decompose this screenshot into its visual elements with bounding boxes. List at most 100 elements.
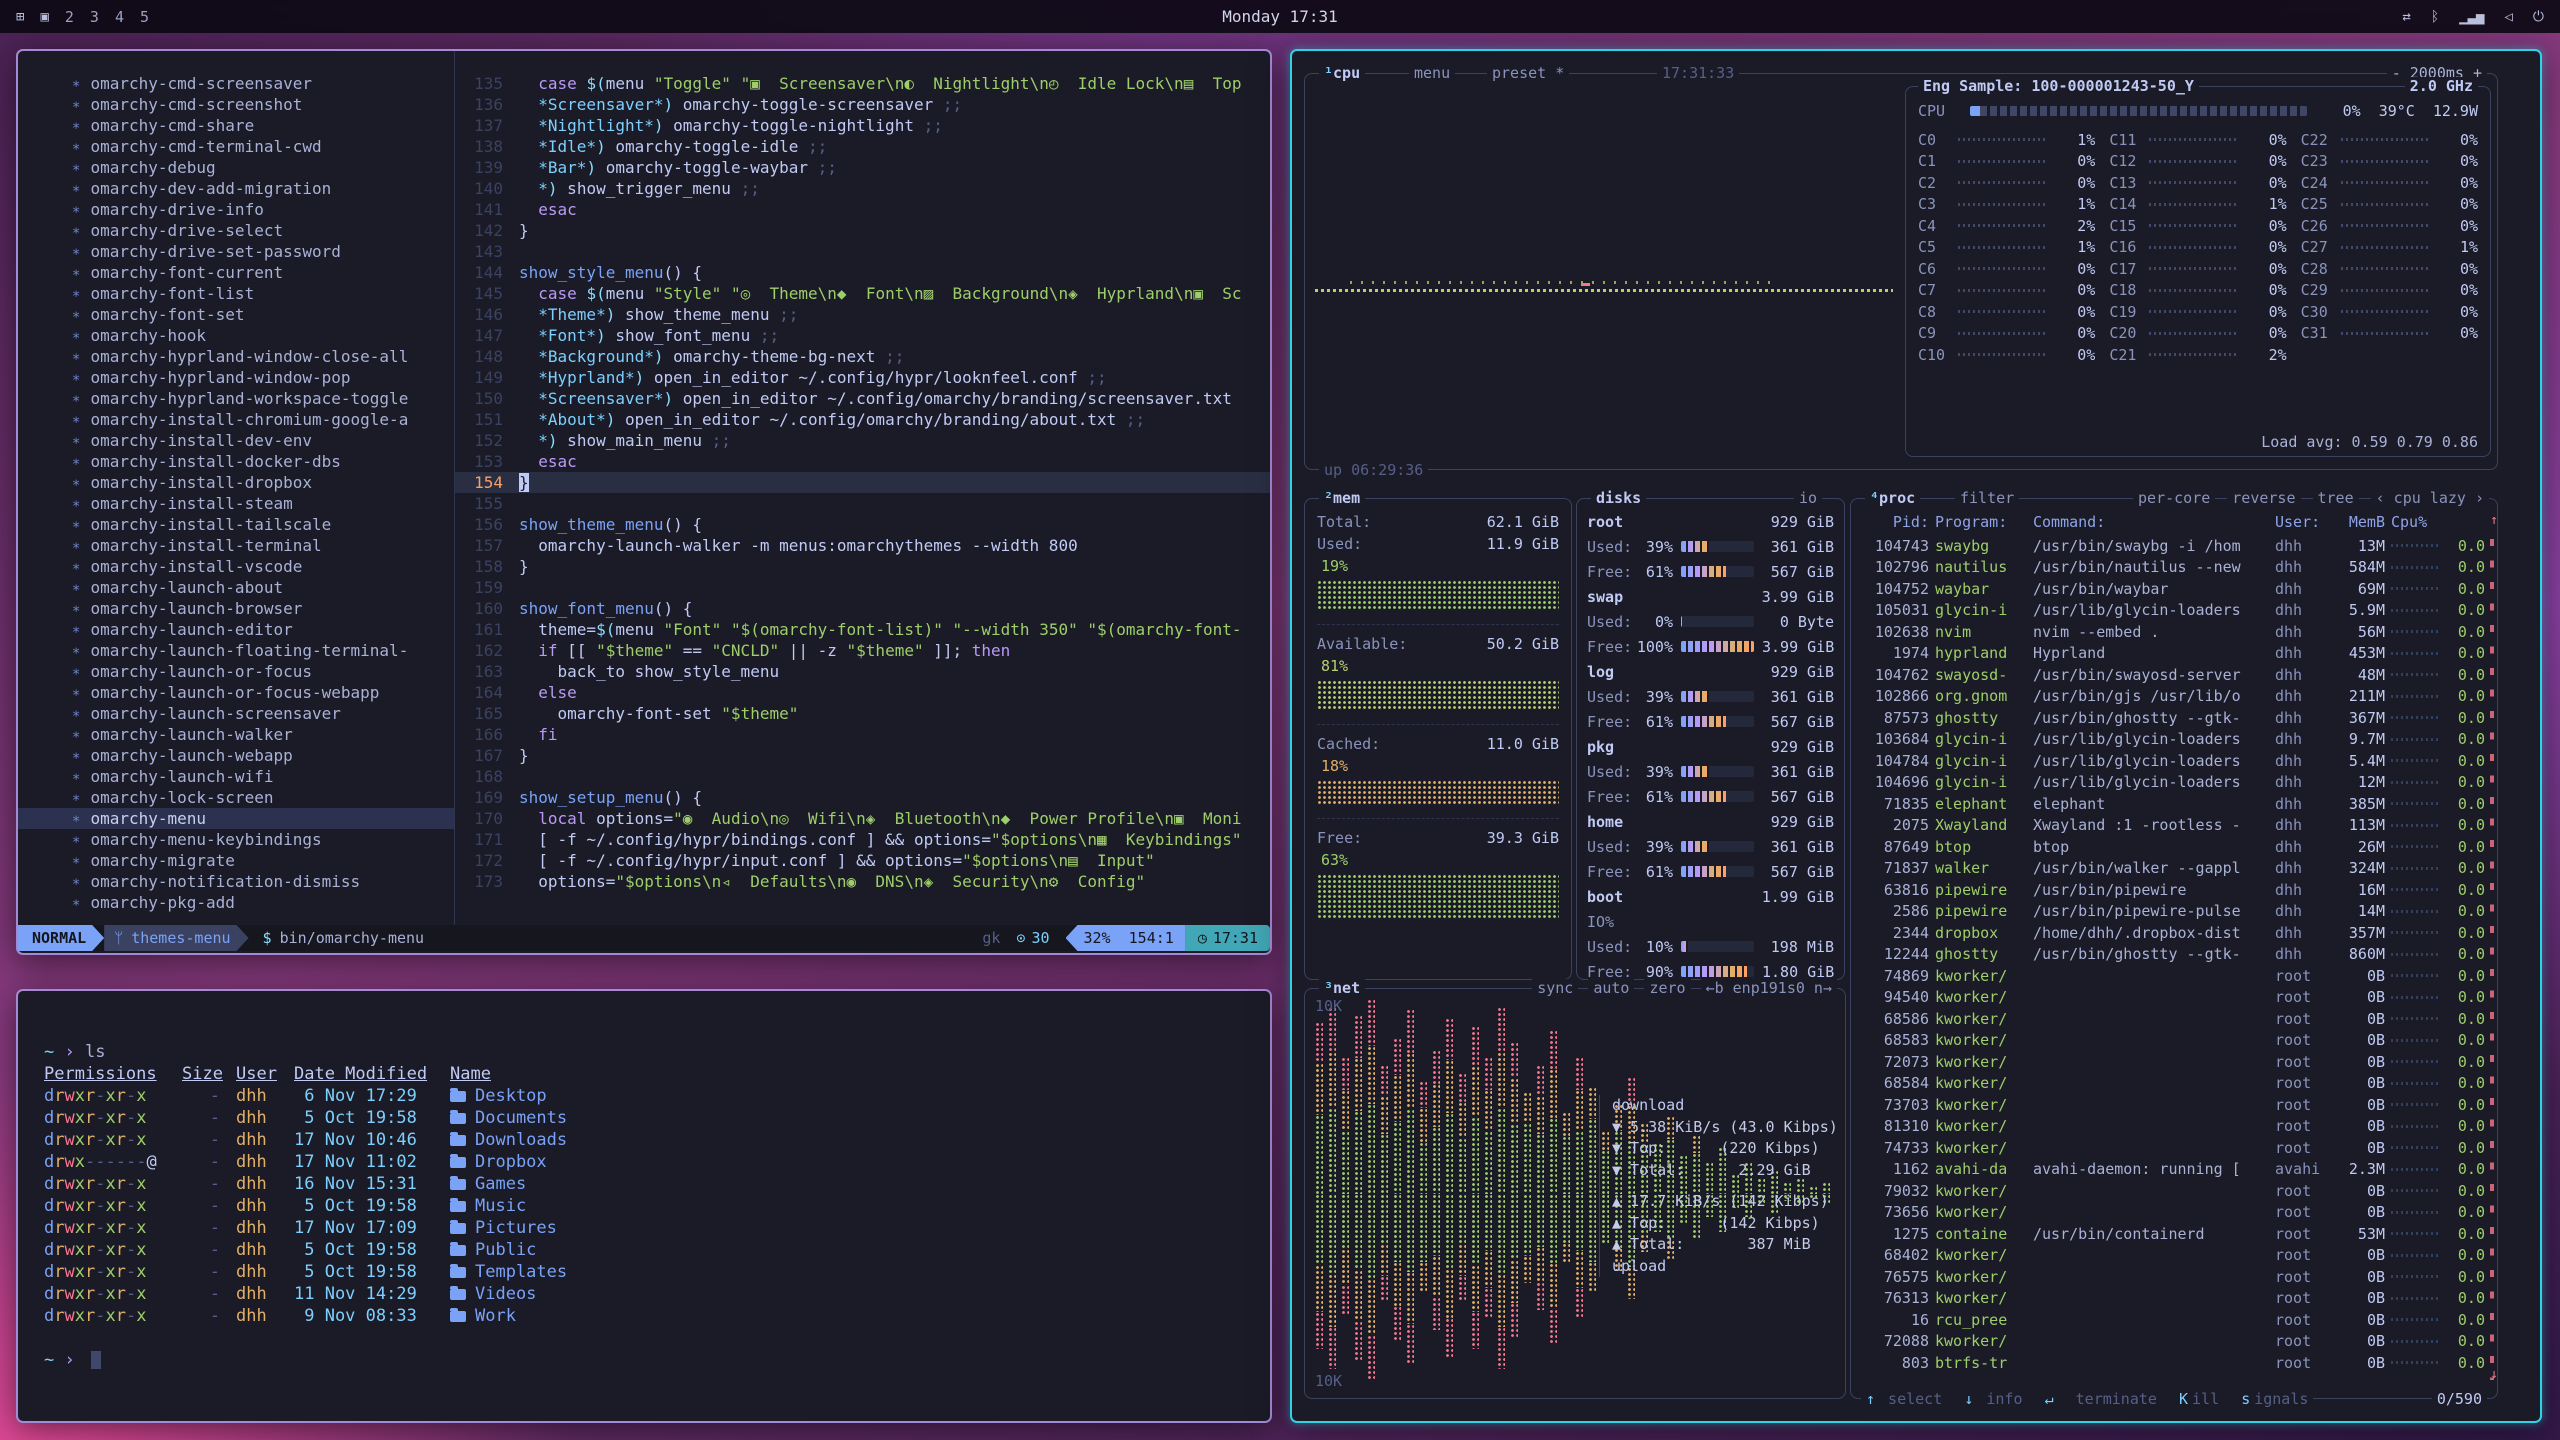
tree-item[interactable]: ∗omarchy-lock-screen [18, 787, 454, 808]
network-icon[interactable]: ▁▃▅ [2459, 9, 2484, 25]
proc-row[interactable]: 102638nvimnvim --embed .dhh56M0.0 [1859, 621, 2487, 643]
tree-item[interactable]: ∗omarchy-launch-wifi [18, 766, 454, 787]
tree-item[interactable]: ∗omarchy-debug [18, 157, 454, 178]
process-scrollbar[interactable] [2490, 539, 2494, 1380]
proc-row[interactable]: 74733kworker/root0B0.0 [1859, 1137, 2487, 1159]
proc-row[interactable]: 87573ghostty/usr/bin/ghostty --gtk-dhh36… [1859, 707, 2487, 729]
tree-item[interactable]: ∗omarchy-drive-set-password [18, 241, 454, 262]
tree-item[interactable]: ∗omarchy-menu-keybindings [18, 829, 454, 850]
tree-item[interactable]: ∗omarchy-install-chromium-google-a [18, 409, 454, 430]
process-table-header[interactable]: Pid: Program: Command: User: MemB Cpu% [1859, 511, 2487, 533]
tree-item[interactable]: ∗omarchy-launch-about [18, 577, 454, 598]
tree-item[interactable]: ∗omarchy-launch-webapp [18, 745, 454, 766]
proc-row[interactable]: 73703kworker/root0B0.0 [1859, 1094, 2487, 1116]
tree-item[interactable]: ∗omarchy-notification-dismiss [18, 871, 454, 892]
proc-row[interactable]: 1162avahi-daavahi-daemon: running [avahi… [1859, 1159, 2487, 1181]
key-hint[interactable]: ↓ [1964, 1390, 1973, 1408]
terminal-output[interactable]: ~ › lsPermissionsSizeUserDate ModifiedNa… [18, 991, 1270, 1421]
scroll-up-icon[interactable]: ↑ [2490, 513, 2498, 528]
net-control[interactable]: sync [1532, 979, 1578, 997]
btop-window[interactable]: ¹cpu menu preset * 17:31:33 - 2000ms + u… [1290, 49, 2542, 1423]
proc-row[interactable]: 72073kworker/root0B0.0 [1859, 1051, 2487, 1073]
nvim-terminal-window[interactable]: ∗omarchy-cmd-screensaver∗omarchy-cmd-scr… [16, 49, 1272, 955]
apps-icon[interactable]: ⊞ [16, 9, 24, 25]
proc-row[interactable]: 68584kworker/root0B0.0 [1859, 1073, 2487, 1095]
column-header[interactable]: Command: [2033, 513, 2269, 531]
tree-item[interactable]: ∗omarchy-launch-editor [18, 619, 454, 640]
code-pane[interactable]: 135 case $(menu "Toggle" "▣ Screensaver\… [455, 51, 1270, 925]
proc-row[interactable]: 76313kworker/root0B0.0 [1859, 1288, 2487, 1310]
proc-row[interactable]: 2075XwaylandXwayland :1 -rootless -dhh11… [1859, 815, 2487, 837]
key-hint[interactable]: ↑ [1866, 1390, 1875, 1408]
proc-row[interactable]: 102796nautilus/usr/bin/nautilus --newdhh… [1859, 557, 2487, 579]
tree-item[interactable]: ∗omarchy-hyprland-window-close-all [18, 346, 454, 367]
proc-control-per-core[interactable]: per-core [2133, 489, 2215, 507]
tree-item[interactable]: ∗omarchy-dev-add-migration [18, 178, 454, 199]
proc-row[interactable]: 104784glycin-i/usr/lib/glycin-loadersdhh… [1859, 750, 2487, 772]
tree-item[interactable]: ∗omarchy-install-docker-dbs [18, 451, 454, 472]
proc-row[interactable]: 104752waybar/usr/bin/waybardhh69M0.0 [1859, 578, 2487, 600]
tree-item[interactable]: ∗omarchy-install-tailscale [18, 514, 454, 535]
proc-row[interactable]: 81310kworker/root0B0.0 [1859, 1116, 2487, 1138]
tree-item[interactable]: ∗omarchy-install-dev-env [18, 430, 454, 451]
workspace-button-5[interactable]: 5 [140, 8, 149, 26]
column-header[interactable]: User: [2275, 513, 2329, 531]
preset-button[interactable]: preset * [1487, 64, 1569, 82]
column-header[interactable]: Program: [1935, 513, 2027, 531]
tree-item[interactable]: ∗omarchy-install-steam [18, 493, 454, 514]
tree-item[interactable]: ∗omarchy-install-dropbox [18, 472, 454, 493]
tree-item[interactable]: ∗omarchy-drive-select [18, 220, 454, 241]
workspace-button-3[interactable]: 3 [90, 8, 99, 26]
bluetooth-icon[interactable]: ᛒ [2431, 9, 2439, 25]
proc-row[interactable]: 94540kworker/root0B0.0 [1859, 987, 2487, 1009]
tree-item[interactable]: ∗omarchy-font-current [18, 262, 454, 283]
workspace-button-4[interactable]: 4 [115, 8, 124, 26]
column-header[interactable]: MemB [2335, 513, 2385, 531]
proc-row[interactable]: 74869kworker/root0B0.0 [1859, 965, 2487, 987]
proc-row[interactable]: 12244ghostty/usr/bin/ghostty --gtk-dhh86… [1859, 944, 2487, 966]
proc-row[interactable]: 68586kworker/root0B0.0 [1859, 1008, 2487, 1030]
tree-item[interactable]: ∗omarchy-cmd-terminal-cwd [18, 136, 454, 157]
key-hint[interactable]: K [2179, 1390, 2188, 1408]
proc-row[interactable]: 2344dropbox/home/dhh/.dropbox-distdhh357… [1859, 922, 2487, 944]
key-hint[interactable]: s [2241, 1390, 2250, 1408]
tree-item[interactable]: ∗omarchy-font-list [18, 283, 454, 304]
proc-row[interactable]: 16rcu_preeroot0B0.0 [1859, 1309, 2487, 1331]
tree-item[interactable]: ∗omarchy-launch-walker [18, 724, 454, 745]
tree-item[interactable]: ∗omarchy-cmd-share [18, 115, 454, 136]
screencast-icon[interactable]: ⇄ [2402, 9, 2410, 25]
scroll-down-icon[interactable]: ↓ [2490, 1367, 2498, 1382]
tree-item[interactable]: ∗omarchy-font-set [18, 304, 454, 325]
workspace-button-2[interactable]: 2 [65, 8, 74, 26]
tree-item[interactable]: ∗omarchy-drive-info [18, 199, 454, 220]
proc-sort-mode[interactable]: ‹ cpu lazy › [2371, 489, 2489, 507]
menu-button[interactable]: menu [1409, 64, 1455, 82]
proc-row[interactable]: 68583kworker/root0B0.0 [1859, 1030, 2487, 1052]
proc-row[interactable]: 103684glycin-i/usr/lib/glycin-loadersdhh… [1859, 729, 2487, 751]
tree-item[interactable]: ∗omarchy-hyprland-window-pop [18, 367, 454, 388]
proc-row[interactable]: 104696glycin-i/usr/lib/glycin-loadersdhh… [1859, 772, 2487, 794]
tree-item[interactable]: ∗omarchy-launch-or-focus-webapp [18, 682, 454, 703]
tree-item[interactable]: ∗omarchy-hook [18, 325, 454, 346]
proc-row[interactable]: 2586pipewire/usr/bin/pipewire-pulsedhh14… [1859, 901, 2487, 923]
tree-item[interactable]: ∗omarchy-install-terminal [18, 535, 454, 556]
proc-row[interactable]: 68402kworker/root0B0.0 [1859, 1245, 2487, 1267]
proc-row[interactable]: 104743swaybg/usr/bin/swaybg -i /homdhh13… [1859, 535, 2487, 557]
tree-item[interactable]: ∗omarchy-cmd-screensaver [18, 73, 454, 94]
proc-row[interactable]: 76575kworker/root0B0.0 [1859, 1266, 2487, 1288]
tree-item[interactable]: ∗omarchy-launch-browser [18, 598, 454, 619]
proc-row[interactable]: 87649btopbtopdhh26M0.0 [1859, 836, 2487, 858]
proc-control-reverse[interactable]: reverse [2227, 489, 2300, 507]
tree-item[interactable]: ∗omarchy-menu [18, 808, 454, 829]
tree-item[interactable]: ∗omarchy-launch-or-focus [18, 661, 454, 682]
proc-row[interactable]: 105031glycin-i/usr/lib/glycin-loadersdhh… [1859, 600, 2487, 622]
column-header[interactable]: Pid: [1859, 513, 1929, 531]
net-control[interactable]: ←b enp191s0 n→ [1701, 979, 1837, 997]
tree-item[interactable]: ∗omarchy-pkg-add [18, 892, 454, 913]
io-mode-button[interactable]: io [1794, 489, 1822, 507]
tree-item[interactable]: ∗omarchy-cmd-screenshot [18, 94, 454, 115]
column-header[interactable]: Cpu% [2391, 513, 2439, 531]
proc-row[interactable]: 71835elephantelephantdhh385M0.0 [1859, 793, 2487, 815]
tree-item[interactable]: ∗omarchy-launch-screensaver [18, 703, 454, 724]
tree-item[interactable]: ∗omarchy-install-vscode [18, 556, 454, 577]
